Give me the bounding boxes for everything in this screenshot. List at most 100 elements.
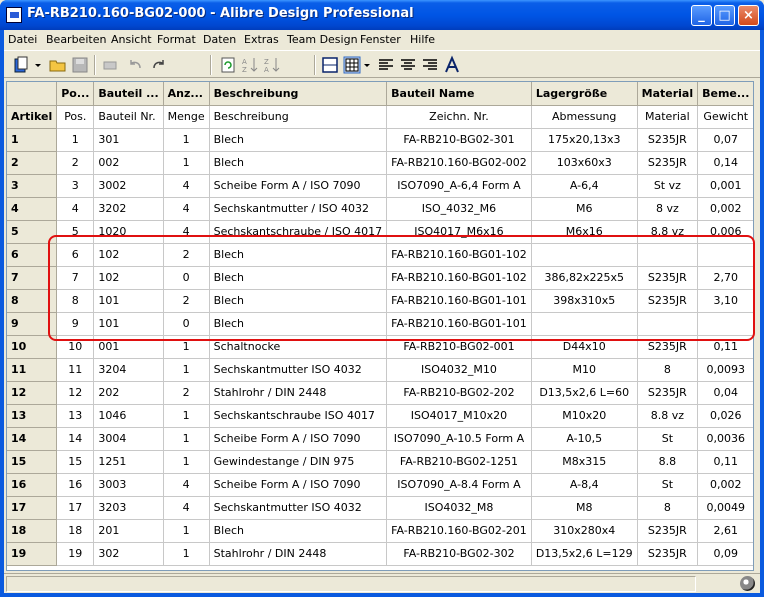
- table-row[interactable]: 19 19 302 1 Stahlrohr / DIN 2448 FA-RB210-BG0…: [7, 542, 753, 566]
- cell-zeichn-nr[interactable]: ISO_4032_M6: [386, 197, 532, 221]
- cell-beschreibung[interactable]: Scheibe Form A / ISO 7090: [209, 473, 388, 497]
- row-header[interactable]: 14: [7, 427, 58, 451]
- cell-material[interactable]: S235JR: [637, 266, 699, 290]
- cell-zeichn-nr[interactable]: FA-RB210-BG02-001: [386, 335, 532, 359]
- cell-pos[interactable]: 1: [56, 128, 95, 152]
- table-row[interactable]: 4 4 3202 4 Sechskantmutter / ISO 4032 ISO_403…: [7, 197, 753, 221]
- column-header-beschreibung[interactable]: Beschreibung: [209, 82, 388, 106]
- row-header[interactable]: 3: [7, 174, 58, 198]
- cell-beschreibung[interactable]: Sechskantmutter ISO 4032: [209, 496, 388, 520]
- cell-menge[interactable]: 1: [163, 427, 210, 451]
- cell-gewicht[interactable]: 0,006: [697, 220, 753, 244]
- cell-abmessung[interactable]: [531, 312, 638, 336]
- row-header[interactable]: 1: [7, 128, 58, 152]
- cell-beschreibung[interactable]: Blech: [209, 289, 388, 313]
- cell-bauteil-nr[interactable]: 1251: [93, 450, 164, 474]
- cell-beschreibung[interactable]: Gewindestange / DIN 975: [209, 450, 388, 474]
- cell-pos[interactable]: 5: [56, 220, 95, 244]
- cell-menge[interactable]: 2: [163, 289, 210, 313]
- cell-bauteil-nr[interactable]: 201: [93, 519, 164, 543]
- cell-beschreibung[interactable]: Scheibe Form A / ISO 7090: [209, 427, 388, 451]
- undo-icon[interactable]: [126, 55, 146, 75]
- table-row[interactable]: 12 12 202 2 Stahlrohr / DIN 2448 FA-RB210-BG0…: [7, 381, 753, 405]
- cell-menge[interactable]: 2: [163, 243, 210, 267]
- cell-zeichn-nr[interactable]: ISO7090_A-6,4 Form A: [386, 174, 532, 198]
- cell-zeichn-nr[interactable]: FA-RB210.160-BG02-002: [386, 151, 532, 175]
- cell-menge[interactable]: 4: [163, 473, 210, 497]
- cell-bauteil-nr[interactable]: 1020: [93, 220, 164, 244]
- cell-abmessung[interactable]: D44x10: [531, 335, 638, 359]
- cell-zeichn-nr[interactable]: ISO4017_M10x20: [386, 404, 532, 428]
- cell-bauteil-nr[interactable]: 002: [93, 151, 164, 175]
- row-header-artikel[interactable]: Artikel: [7, 105, 58, 129]
- cell-abmessung[interactable]: M10x20: [531, 404, 638, 428]
- cell-abmessung[interactable]: [531, 243, 638, 267]
- cell-abmessung[interactable]: D13,5x2,6 L=60: [531, 381, 638, 405]
- cell-pos[interactable]: 10: [56, 335, 95, 359]
- cell-material[interactable]: 8.8 vz: [637, 220, 699, 244]
- row-header[interactable]: 8: [7, 289, 58, 313]
- cell-menge[interactable]: 2: [163, 381, 210, 405]
- cell-material[interactable]: S235JR: [637, 381, 699, 405]
- menu-ansicht[interactable]: Ansicht: [111, 33, 152, 46]
- grid-lines-icon[interactable]: [342, 55, 362, 75]
- align-left-icon[interactable]: [376, 55, 396, 75]
- cell-material[interactable]: 8 vz: [637, 197, 699, 221]
- cell-zeichn-nr[interactable]: FA-RB210.160-BG02-201: [386, 519, 532, 543]
- cell-material[interactable]: St: [637, 473, 699, 497]
- cell-pos[interactable]: 14: [56, 427, 95, 451]
- align-right-icon[interactable]: [420, 55, 440, 75]
- cell-beschreibung[interactable]: Blech: [209, 243, 388, 267]
- table-row[interactable]: 8 8 101 2 Blech FA-RB210.160-BG01-101 398x310x…: [7, 289, 753, 313]
- font-icon[interactable]: [442, 55, 462, 75]
- subheader-cell[interactable]: Beschreibung: [209, 105, 388, 129]
- redo-icon[interactable]: [148, 55, 168, 75]
- cell-pos[interactable]: 4: [56, 197, 95, 221]
- row-header[interactable]: 18: [7, 519, 58, 543]
- subheader-cell[interactable]: Abmessung: [531, 105, 638, 129]
- row-header[interactable]: 4: [7, 197, 58, 221]
- column-header-bauteil-name[interactable]: Bauteil Name: [386, 82, 532, 106]
- cell-abmessung[interactable]: M8: [531, 496, 638, 520]
- cell-menge[interactable]: 0: [163, 312, 210, 336]
- cell-zeichn-nr[interactable]: ISO4032_M8: [386, 496, 532, 520]
- table-row[interactable]: 16 16 3003 4 Scheibe Form A / ISO 7090 ISO709…: [7, 473, 753, 497]
- cell-abmessung[interactable]: A-8,4: [531, 473, 638, 497]
- cell-bauteil-nr[interactable]: 3203: [93, 496, 164, 520]
- cell-abmessung[interactable]: M10: [531, 358, 638, 382]
- cell-gewicht[interactable]: [697, 243, 753, 267]
- menu-hilfe[interactable]: Hilfe: [410, 33, 435, 46]
- cell-material[interactable]: 8: [637, 496, 699, 520]
- cell-pos[interactable]: 7: [56, 266, 95, 290]
- table-row[interactable]: 17 17 3203 4 Sechskantmutter ISO 4032 ISO4032…: [7, 496, 753, 520]
- cell-menge[interactable]: 4: [163, 496, 210, 520]
- row-header[interactable]: 7: [7, 266, 58, 290]
- cell-zeichn-nr[interactable]: FA-RB210-BG02-202: [386, 381, 532, 405]
- cell-beschreibung[interactable]: Blech: [209, 151, 388, 175]
- cell-pos[interactable]: 9: [56, 312, 95, 336]
- bom-grid[interactable]: Po... Bauteil ... Anz... Beschreibung Ba…: [6, 81, 754, 571]
- row-header[interactable]: 2: [7, 151, 58, 175]
- cell-bauteil-nr[interactable]: 3002: [93, 174, 164, 198]
- cell-gewicht[interactable]: 2,61: [697, 519, 753, 543]
- cell-beschreibung[interactable]: Scheibe Form A / ISO 7090: [209, 174, 388, 198]
- cell-bauteil-nr[interactable]: 001: [93, 335, 164, 359]
- table-row[interactable]: 2 2 002 1 Blech FA-RB210.160-BG02-002 103x60x3…: [7, 151, 753, 175]
- row-header[interactable]: 13: [7, 404, 58, 428]
- cell-bauteil-nr[interactable]: 3204: [93, 358, 164, 382]
- cell-menge[interactable]: 1: [163, 358, 210, 382]
- minimize-button[interactable]: _: [691, 5, 712, 26]
- cell-bauteil-nr[interactable]: 101: [93, 312, 164, 336]
- subheader-cell[interactable]: Menge: [163, 105, 210, 129]
- cell-menge[interactable]: 1: [163, 519, 210, 543]
- cell-bauteil-nr[interactable]: 3004: [93, 427, 164, 451]
- subheader-cell[interactable]: Bauteil Nr.: [93, 105, 164, 129]
- cell-gewicht[interactable]: 0,002: [697, 473, 753, 497]
- cell-gewicht[interactable]: 0,002: [697, 197, 753, 221]
- cell-abmessung[interactable]: M6: [531, 197, 638, 221]
- sort-ascending-icon[interactable]: AZ: [240, 55, 260, 75]
- cell-pos[interactable]: 6: [56, 243, 95, 267]
- cell-beschreibung[interactable]: Sechskantschraube ISO 4017: [209, 404, 388, 428]
- cell-bauteil-nr[interactable]: 3003: [93, 473, 164, 497]
- table-row[interactable]: 9 9 101 0 Blech FA-RB210.160-BG01-101: [7, 312, 753, 336]
